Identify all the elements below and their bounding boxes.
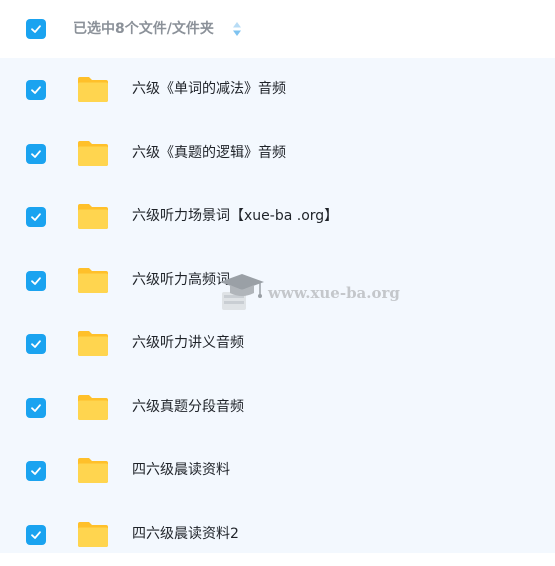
folder-icon (78, 77, 108, 102)
folder-icon (78, 204, 108, 229)
check-icon (31, 150, 41, 158)
folder-icon (78, 268, 108, 293)
row-checkbox[interactable] (26, 398, 46, 418)
file-row[interactable]: 四六级晨读资料2 (0, 503, 555, 566)
row-checkbox[interactable] (26, 461, 46, 481)
file-name[interactable]: 六级《单词的减法》音频 (132, 79, 286, 99)
check-icon (31, 340, 41, 348)
file-name[interactable]: 六级《真题的逻辑》音频 (132, 143, 286, 163)
row-checkbox[interactable] (26, 271, 46, 291)
file-row[interactable]: 四六级晨读资料 (0, 439, 555, 502)
check-icon (31, 25, 41, 33)
file-name[interactable]: 六级听力场景词【xue-ba .org】 (132, 206, 338, 226)
selection-count-title: 已选中8个文件/文件夹 (73, 21, 214, 37)
folder-icon (78, 331, 108, 356)
watermark-text: www.xue-ba.org (268, 284, 400, 302)
folder-icon (78, 395, 108, 420)
row-checkbox[interactable] (26, 207, 46, 227)
file-row[interactable]: 六级听力讲义音频 (0, 312, 555, 375)
row-checkbox[interactable] (26, 80, 46, 100)
folder-icon (78, 522, 108, 547)
check-icon (31, 467, 41, 475)
row-checkbox[interactable] (26, 525, 46, 545)
graduation-cap-icon (220, 274, 264, 310)
check-icon (31, 277, 41, 285)
file-name[interactable]: 六级真题分段音频 (132, 397, 244, 417)
file-name[interactable]: 四六级晨读资料2 (132, 524, 239, 544)
row-checkbox[interactable] (26, 144, 46, 164)
check-icon (31, 86, 41, 94)
check-icon (31, 531, 41, 539)
file-name[interactable]: 六级听力讲义音频 (132, 333, 244, 353)
folder-icon (78, 458, 108, 483)
folder-icon (78, 141, 108, 166)
select-all-checkbox[interactable] (26, 19, 46, 39)
selection-header: 已选中8个文件/文件夹 (0, 0, 555, 58)
file-row[interactable]: 六级真题分段音频 (0, 376, 555, 439)
file-row[interactable]: 六级《单词的减法》音频 (0, 58, 555, 121)
file-name[interactable]: 四六级晨读资料 (132, 460, 230, 480)
check-icon (31, 404, 41, 412)
watermark: www.xue-ba.org (216, 268, 401, 316)
row-checkbox[interactable] (26, 334, 46, 354)
sort-icon[interactable] (232, 21, 242, 37)
file-row[interactable]: 六级《真题的逻辑》音频 (0, 122, 555, 185)
check-icon (31, 213, 41, 221)
file-row[interactable]: 六级听力场景词【xue-ba .org】 (0, 185, 555, 248)
